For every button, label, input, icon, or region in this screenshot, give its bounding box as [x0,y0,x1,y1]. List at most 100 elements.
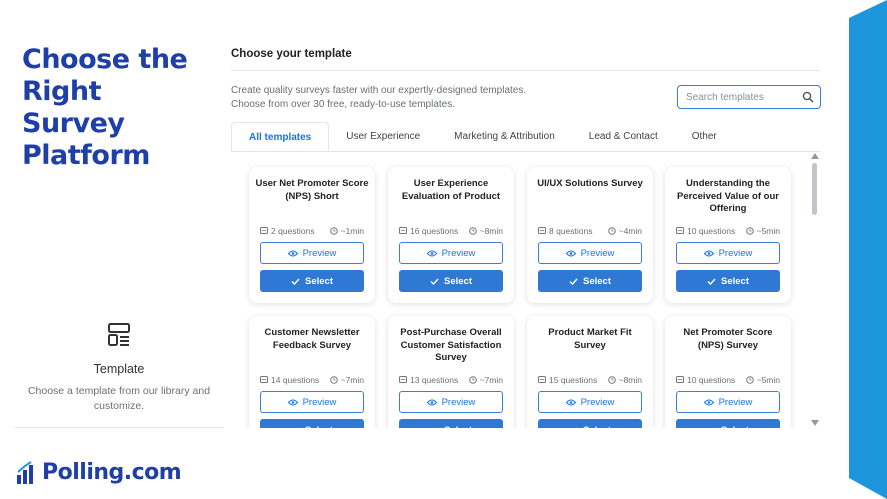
select-button[interactable]: Select [260,419,364,428]
preview-button-label: Preview [302,396,337,408]
duration: ~7min [329,375,364,385]
scroll-up-arrow-icon[interactable] [811,153,819,159]
preview-button[interactable]: Preview [399,242,503,264]
template-card-title: Understanding the Perceived Value of our… [677,178,779,214]
template-card-meta: 14 questions ~7min [260,375,364,385]
question-count: 13 questions [399,375,458,385]
duration-label: ~1min [340,226,364,236]
preview-button-label: Preview [441,247,476,259]
duration-label: ~8min [479,226,503,236]
template-card-title: User Experience Evaluation of Product [401,178,501,202]
preview-button-label: Preview [718,247,753,259]
tab-other[interactable]: Other [675,122,734,151]
template-card-meta: 10 questions ~5min [676,375,780,385]
tab-lead-contact[interactable]: Lead & Contact [572,122,675,151]
questions-icon [676,227,684,234]
tab-marketing-attribution[interactable]: Marketing & Attribution [437,122,572,151]
preview-button[interactable]: Preview [260,391,364,413]
question-count: 8 questions [538,226,592,236]
decorative-blue-band [849,0,887,499]
template-card-meta: 16 questions ~8min [399,226,503,236]
panel-description-line: Create quality surveys faster with our e… [231,85,527,96]
template-card-meta: 8 questions ~4min [538,226,642,236]
questions-icon [538,376,546,383]
template-card-title: Post-Purchase Overall Customer Satisfact… [400,327,502,363]
slide-headline: Choose the Right Survey Platform [22,44,188,171]
duration-label: ~8min [618,375,642,385]
search-input[interactable] [686,90,796,105]
select-button-label: Select [721,275,749,287]
select-button-label: Select [583,275,611,287]
template-card-title: Product Market Fit Survey [548,327,632,351]
scrollbar[interactable] [810,153,820,428]
select-button[interactable]: Select [676,419,780,428]
select-button[interactable]: Select [538,419,642,428]
category-tabs: All templates User Experience Marketing … [231,122,821,152]
select-button[interactable]: Select [538,270,642,292]
search-icon[interactable] [802,91,814,103]
duration-label: ~4min [618,226,642,236]
select-button[interactable]: Select [676,270,780,292]
preview-button[interactable]: Preview [538,242,642,264]
template-card-meta: 15 questions ~8min [538,375,642,385]
duration: ~4min [607,226,642,236]
preview-button-label: Preview [302,247,337,259]
question-count: 15 questions [538,375,597,385]
question-count: 10 questions [676,375,735,385]
clock-icon [745,227,754,235]
template-card: Customer Newsletter Feedback Survey 14 qu… [249,316,375,428]
question-count-label: 2 questions [271,226,315,236]
questions-icon [260,376,268,383]
question-count: 2 questions [260,226,314,236]
preview-button[interactable]: Preview [399,391,503,413]
select-button-label: Select [583,425,611,429]
template-card: Product Market Fit Survey 15 questions ~8m… [527,316,653,428]
eye-icon [287,399,298,405]
duration: ~5min [745,375,780,385]
template-option-description: Choose a template from our library and c… [27,385,211,412]
brand-logo: Polling.com [16,460,182,485]
questions-icon [260,227,268,234]
duration: ~7min [468,375,503,385]
clock-icon [607,227,616,235]
preview-button[interactable]: Preview [676,242,780,264]
scrollbar-thumb[interactable] [812,163,817,215]
tab-all-templates[interactable]: All templates [231,122,330,151]
divider [231,70,821,71]
polling-logo-icon [17,460,33,484]
question-count-label: 13 questions [410,375,459,385]
scroll-down-arrow-icon[interactable] [811,420,819,426]
tab-user-experience[interactable]: User Experience [329,122,437,151]
check-icon [569,278,578,285]
select-button-label: Select [444,425,472,429]
duration: ~8min [607,375,642,385]
search-box[interactable] [677,85,821,109]
clock-icon [329,227,338,235]
preview-button-label: Preview [441,396,476,408]
eye-icon [565,399,576,405]
check-icon [297,427,300,428]
question-count-label: 10 questions [687,375,736,385]
questions-icon [676,376,684,383]
template-card-title: UI/UX Solutions Survey [537,178,643,189]
template-card: Post-Purchase Overall Customer Satisfact… [388,316,514,428]
preview-button[interactable]: Preview [538,391,642,413]
preview-button-label: Preview [580,396,615,408]
eye-icon [565,250,576,256]
duration: ~5min [745,226,780,236]
question-count: 16 questions [399,226,458,236]
preview-button[interactable]: Preview [260,242,364,264]
template-option-title: Template [93,362,145,376]
clock-icon [329,376,338,384]
template-card-title: Net Promoter Score (NPS) Survey [683,327,773,351]
panel-title: Choose your template [231,48,352,60]
select-button[interactable]: Select [399,419,503,428]
select-button-label: Select [444,275,472,287]
select-button[interactable]: Select [260,270,364,292]
template-card-title: User Net Promoter Score (NPS) Short [255,178,369,202]
select-button[interactable]: Select [399,270,503,292]
preview-button[interactable]: Preview [676,391,780,413]
eye-icon [287,250,298,256]
check-icon [291,278,300,285]
template-card: User Net Promoter Score (NPS) Short 2 que… [249,167,375,303]
